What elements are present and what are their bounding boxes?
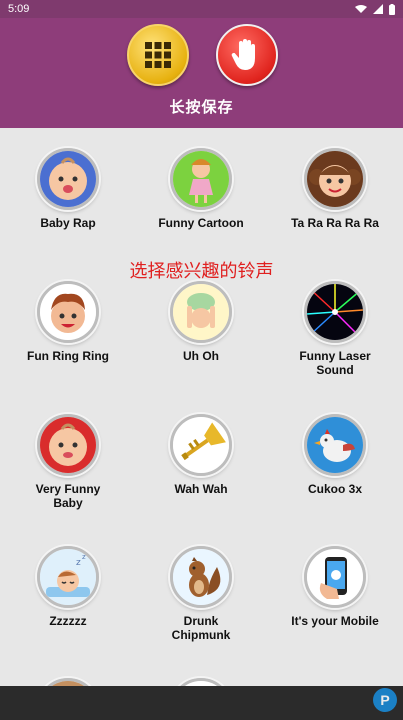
battery-icon: [389, 3, 395, 15]
ringtone-item-very-funny-baby[interactable]: Very Funny Baby: [1, 414, 135, 510]
ringtone-icon-frame: [170, 148, 232, 210]
status-icons: [355, 3, 395, 15]
grid-icon: [145, 42, 171, 68]
ringtone-icon-frame: [304, 281, 366, 343]
header-title: 长按保存: [169, 99, 234, 116]
watermark-logo: P: [373, 688, 397, 712]
ringtone-label: Baby Rap: [40, 216, 96, 230]
chipmunk-icon: [173, 549, 229, 605]
signal-icon: [373, 4, 383, 14]
cuckoo-bird-icon: [307, 417, 363, 473]
ringtone-icon-frame: [304, 148, 366, 210]
ringtone-icon-frame: [170, 414, 232, 476]
baby-bending-icon: [173, 284, 229, 340]
ringtone-icon-frame: [37, 281, 99, 343]
trumpet-icon: [173, 417, 229, 473]
baby-face-icon: [40, 417, 96, 473]
sleeping-baby-icon: z z: [40, 549, 96, 605]
wifi-icon: [355, 5, 367, 13]
ringtone-label: Ta Ra Ra Ra Ra: [291, 216, 379, 230]
ringtone-item-ta-ra-ra[interactable]: Ta Ra Ra Ra Ra: [268, 148, 402, 230]
ringtone-label: Funny Cartoon: [158, 216, 244, 230]
ringtone-item-wah-wah[interactable]: Wah Wah: [134, 414, 268, 496]
grid-menu-button[interactable]: [127, 24, 189, 86]
stop-hand-button[interactable]: [216, 24, 278, 86]
status-time: 5:09: [8, 3, 30, 15]
ringtone-label: Funny Laser Sound: [299, 349, 371, 377]
ringtone-item-funny-cartoon[interactable]: Funny Cartoon: [134, 148, 268, 230]
ringtone-label: Wah Wah: [174, 482, 228, 496]
ringtone-label: Fun Ring Ring: [27, 349, 109, 363]
header: 长按保存: [0, 18, 403, 128]
ringtone-icon-frame: [170, 546, 232, 608]
stop-hand-icon: [231, 39, 255, 70]
ringtone-label: Very Funny Baby: [35, 482, 101, 510]
hint-text: 选择感兴趣的铃声: [129, 261, 274, 281]
ringtone-icon-frame: [304, 546, 366, 608]
watermark: P: [373, 688, 397, 712]
cartoon-girl-icon: [173, 151, 229, 207]
ringtone-label: Drunk Chipmunk: [171, 614, 231, 642]
ringtone-item-drunk-chipmunk[interactable]: Drunk Chipmunk: [134, 546, 268, 642]
ringtone-icon-frame: [37, 414, 99, 476]
boy-face-icon: [40, 284, 96, 340]
svg-text:z: z: [76, 558, 81, 568]
svg-text:z: z: [82, 553, 86, 561]
ringtone-item-uh-oh[interactable]: Uh Oh: [134, 281, 268, 363]
ringtone-icon-frame: [304, 414, 366, 476]
girl-pigtails-icon: [307, 151, 363, 207]
laser-lights-icon: [307, 284, 363, 340]
ringtone-icon-frame: [170, 281, 232, 343]
navigation-bar: P: [0, 686, 403, 720]
ringtone-item-cukoo[interactable]: Cukoo 3x: [268, 414, 402, 496]
baby-face-icon: [40, 151, 96, 207]
ringtone-item-zzzzzz[interactable]: z z Zzzzzz: [1, 546, 135, 628]
ringtone-icon-frame: [37, 148, 99, 210]
ringtone-grid: Baby Rap Funny Cartoon Ta Ra Ra Ra Ra Fu…: [0, 128, 403, 720]
ringtone-label: Uh Oh: [183, 349, 219, 363]
ringtone-label: It's your Mobile: [291, 614, 379, 628]
ringtone-item-laser[interactable]: Funny Laser Sound: [268, 281, 402, 377]
status-bar: 5:09: [0, 0, 403, 18]
ringtone-label: Zzzzzz: [49, 614, 87, 628]
ringtone-item-its-your-mobile[interactable]: It's your Mobile: [268, 546, 402, 628]
ringtone-label: Cukoo 3x: [307, 482, 362, 496]
phone-hand-icon: [307, 549, 363, 605]
ringtone-item-baby-rap[interactable]: Baby Rap: [1, 148, 135, 230]
ringtone-item-fun-ring-ring[interactable]: Fun Ring Ring: [1, 281, 135, 363]
ringtone-icon-frame: z z: [37, 546, 99, 608]
